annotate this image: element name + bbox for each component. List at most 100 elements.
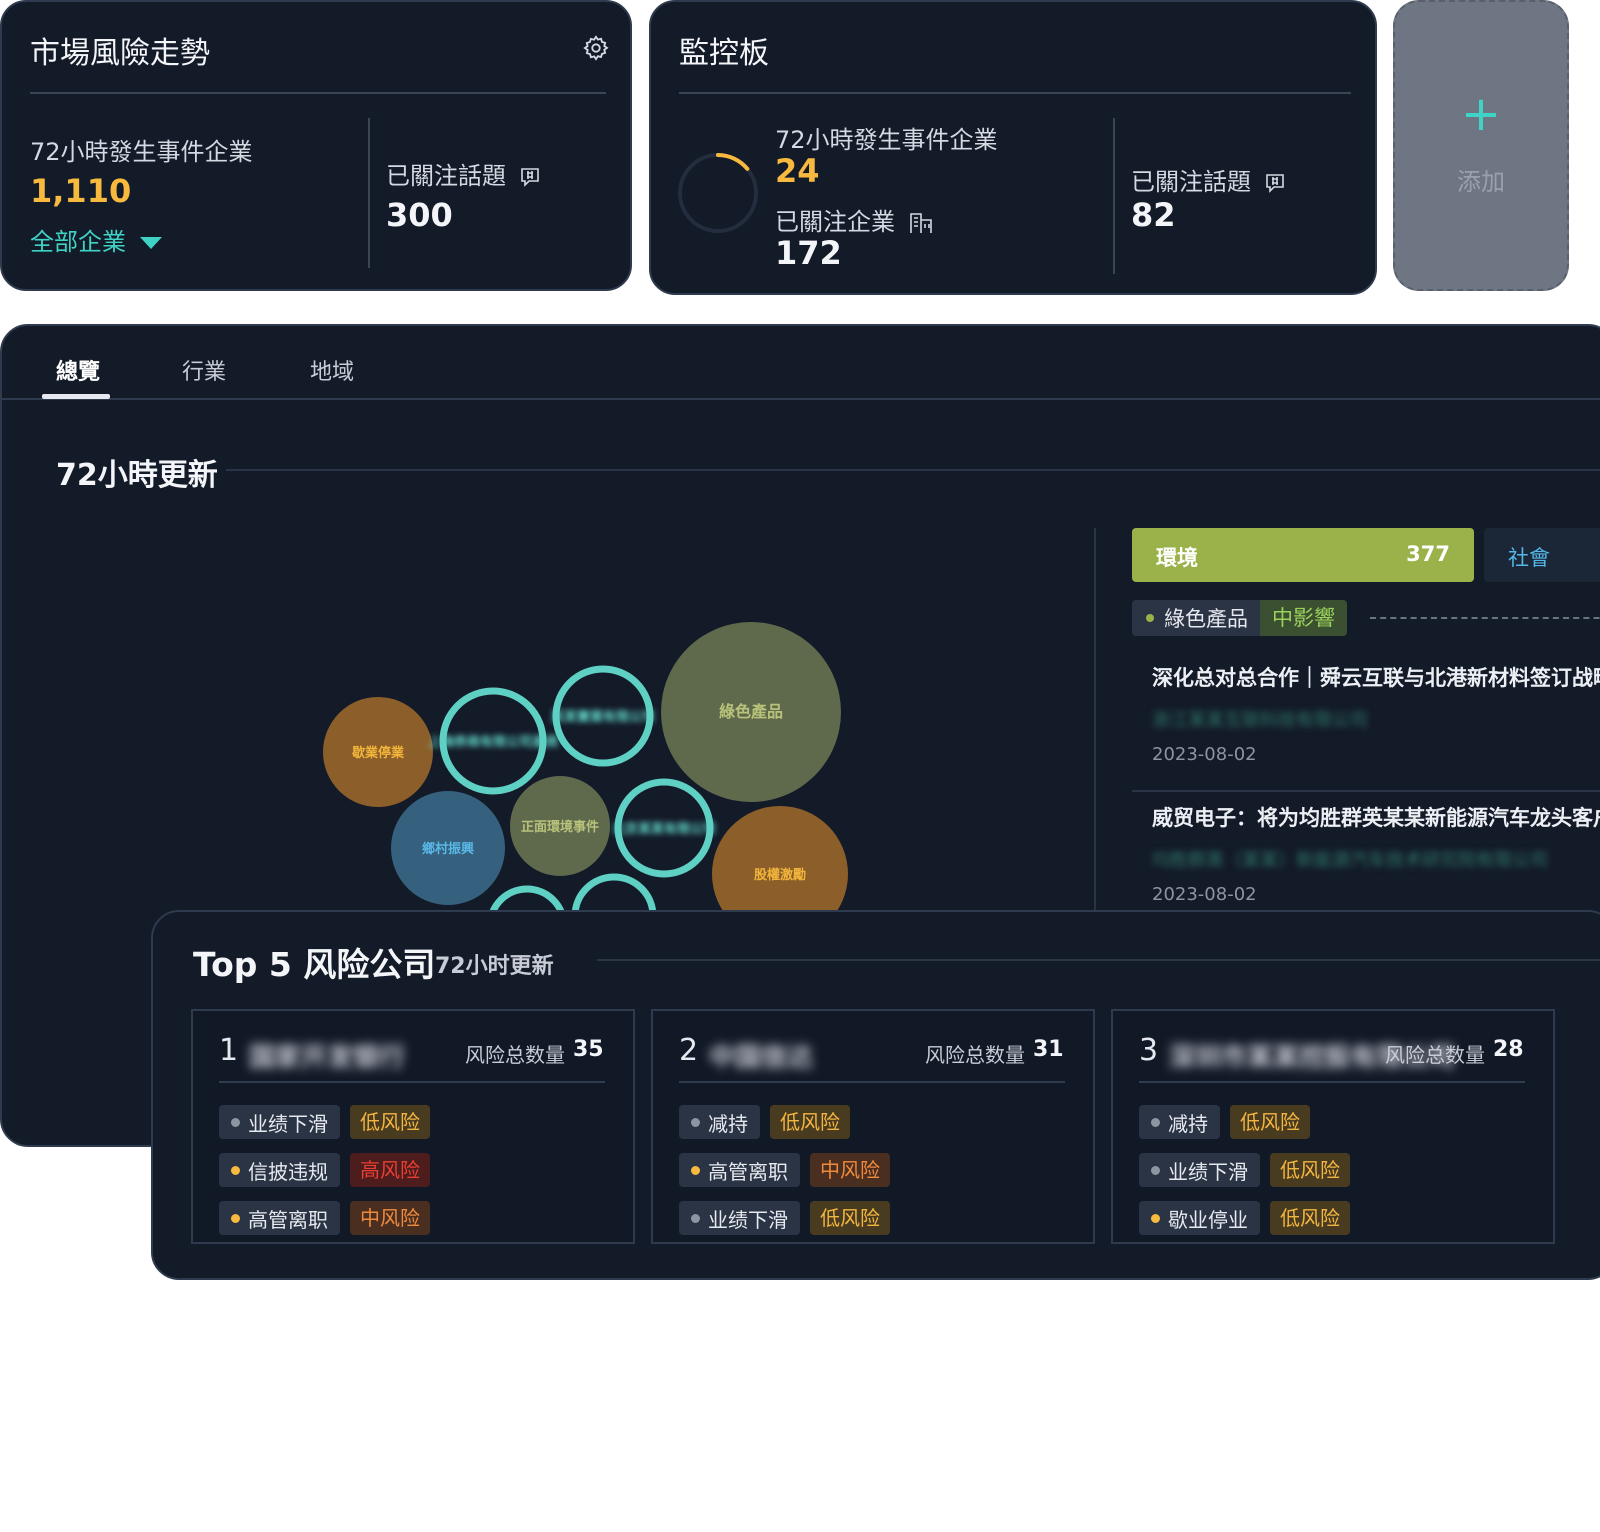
- bubble[interactable]: 上海券商有限公司違規: [428, 687, 558, 795]
- company-rank: 3: [1139, 1033, 1159, 1068]
- followed-label-wrap: 已關注企業: [775, 202, 935, 237]
- risk-dot: [1151, 1117, 1160, 1127]
- company-name[interactable]: 中国信达: [709, 1037, 813, 1074]
- risk-dot: [691, 1117, 700, 1127]
- risk-level-badge: 低风险: [1270, 1153, 1350, 1187]
- risk-name: 业绩下滑: [248, 1111, 328, 1136]
- risk-name: 歇业停业: [1168, 1207, 1248, 1232]
- topic-chip[interactable]: 綠色產品 中影響: [1132, 600, 1347, 636]
- risk-tag[interactable]: 减持: [1139, 1105, 1220, 1139]
- top5-subtitle: 72小时更新: [435, 954, 554, 979]
- risk-level-badge: 低风险: [770, 1105, 850, 1139]
- risk-name: 信披违规: [248, 1159, 328, 1184]
- risk-dot: [1151, 1165, 1160, 1175]
- bubble[interactable]: 歇業停業: [323, 697, 433, 807]
- risk-level-badge: 低风险: [1270, 1201, 1350, 1235]
- bubble[interactable]: 鄉村振興: [391, 791, 505, 905]
- risk-row: 业绩下滑 低风险: [679, 1201, 890, 1235]
- risk-dot: [231, 1213, 240, 1223]
- chat-topic-icon: [1265, 174, 1284, 193]
- card-divider: [219, 1081, 605, 1083]
- bubble-label: 北京某某有限公司: [612, 821, 716, 837]
- risk-dot: [691, 1165, 700, 1175]
- risk-tag[interactable]: 歇业停业: [1139, 1201, 1260, 1235]
- topics-count: 82: [1131, 196, 1176, 234]
- events-count: 1,110: [30, 172, 132, 210]
- company-filter-dropdown[interactable]: 全部企業: [30, 222, 162, 257]
- monitor-title: 監控板: [679, 36, 769, 71]
- top5-title: Top 5 风险公司: [193, 945, 436, 984]
- total-risk-count: 28: [1493, 1037, 1524, 1062]
- gear-icon[interactable]: [582, 34, 610, 62]
- bubble[interactable]: 正面環境事件: [510, 776, 610, 876]
- risk-row: 歇业停业 低风险: [1139, 1201, 1350, 1235]
- topics-label: 已關注話題: [1131, 168, 1251, 196]
- total-risk-count: 35: [573, 1037, 604, 1062]
- category-name: 社會: [1508, 546, 1550, 570]
- risk-name: 减持: [1168, 1111, 1208, 1136]
- risk-tag[interactable]: 高管离职: [219, 1201, 340, 1235]
- bubble[interactable]: 綠色產品: [661, 622, 841, 802]
- news-company[interactable]: 浙江某某互联科技有限公司: [1152, 706, 1600, 732]
- stat-divider: [1113, 118, 1115, 274]
- topics-count: 300: [386, 196, 453, 234]
- monitor-card: 監控板 72小時發生事件企業 24 已關注企業 172 已關注話題 82: [649, 0, 1377, 295]
- followed-companies-label: 已關注企業: [775, 208, 895, 236]
- events-count: 24: [775, 152, 820, 190]
- risk-name: 业绩下滑: [1168, 1159, 1248, 1184]
- news-headline[interactable]: 深化总对总合作｜舜云互联与北港新材料签订战略: [1152, 662, 1600, 692]
- risk-row: 减持 低风险: [679, 1105, 850, 1139]
- company-rank: 1: [219, 1033, 239, 1068]
- topic-dot: [1146, 614, 1154, 622]
- risk-level-badge: 低风险: [350, 1105, 430, 1139]
- news-company[interactable]: 均胜群英（某某）新能源汽车技术研究院有限公司: [1152, 846, 1600, 872]
- risk-level-badge: 中风险: [810, 1153, 890, 1187]
- bubble[interactable]: 北京某某有限公司: [612, 778, 716, 878]
- news-date: 2023-08-02: [1152, 744, 1257, 765]
- plus-icon: +: [1460, 86, 1502, 142]
- company-filter-label: 全部企業: [30, 228, 126, 256]
- risk-row: 业绩下滑 低风险: [219, 1105, 430, 1139]
- company-card[interactable]: 3 深圳市某某控股有限公司 风险总数量 28 减持 低风险 业绩下滑 低风险 歇业停业 低风险: [1111, 1009, 1555, 1244]
- risk-level-badge: 低风险: [1230, 1105, 1310, 1139]
- news-item[interactable]: 深化总对总合作｜舜云互联与北港新材料签订战略 浙江某某互联科技有限公司 2023…: [1152, 662, 1600, 765]
- news-headline[interactable]: 威贸电子：将为均胜群英某某新能源汽车龙头客户项: [1152, 802, 1600, 832]
- bubble[interactable]: 某某實業有限公司: [550, 665, 655, 767]
- category-name: 環境: [1156, 546, 1198, 570]
- building-icon: [909, 213, 932, 233]
- company-card[interactable]: 2 中国信达 风险总数量 31 减持 低风险 高管离职 中风险 业绩下滑 低风险: [651, 1009, 1095, 1244]
- risk-row: 信披违规 高风险: [219, 1153, 430, 1187]
- risk-row: 业绩下滑 低风险: [1139, 1153, 1350, 1187]
- risk-name: 减持: [708, 1111, 748, 1136]
- news-item[interactable]: 威贸电子：将为均胜群英某某新能源汽车龙头客户项 均胜群英（某某）新能源汽车技术研…: [1152, 802, 1600, 905]
- risk-tag[interactable]: 信披违规: [219, 1153, 340, 1187]
- impact-badge: 中影響: [1260, 600, 1347, 636]
- progress-ring: [678, 153, 758, 233]
- bubble-label: 歇業停業: [351, 745, 405, 761]
- total-risk-count: 31: [1033, 1037, 1064, 1062]
- risk-tag[interactable]: 业绩下滑: [219, 1105, 340, 1139]
- risk-level-badge: 中风险: [350, 1201, 430, 1235]
- topics-label-wrap: 已關注話題: [1131, 162, 1285, 197]
- top5-divider: [597, 959, 1600, 961]
- bubble-label: 正面環境事件: [521, 819, 599, 835]
- risk-tag[interactable]: 高管离职: [679, 1153, 800, 1187]
- bubble-label: 上海券商有限公司違規: [428, 734, 558, 750]
- risk-tag[interactable]: 减持: [679, 1105, 760, 1139]
- risk-level-badge: 低风险: [810, 1201, 890, 1235]
- company-card[interactable]: 1 国家开发银行 风险总数量 35 业绩下滑 低风险 信披违规 高风险 高管离职 中风险: [191, 1009, 635, 1244]
- risk-tag[interactable]: 业绩下滑: [1139, 1153, 1260, 1187]
- risk-tag[interactable]: 业绩下滑: [679, 1201, 800, 1235]
- topics-label: 已關注話題: [386, 162, 506, 190]
- risk-name: 高管离职: [248, 1207, 328, 1232]
- risk-level-badge: 高风险: [350, 1153, 430, 1187]
- add-card-button[interactable]: + 添加: [1393, 0, 1569, 291]
- category-social-tab[interactable]: 社會: [1484, 528, 1600, 582]
- add-label: 添加: [1457, 168, 1505, 196]
- company-name[interactable]: 国家开发银行: [249, 1037, 405, 1074]
- card-divider: [1139, 1081, 1525, 1083]
- news-divider: [1132, 790, 1600, 792]
- category-environment-tab[interactable]: 環境 377: [1132, 528, 1474, 582]
- market-risk-card: 市場風險走勢 72小時發生事件企業 1,110 全部企業 已關注話題 300: [0, 0, 632, 291]
- risk-dot: [691, 1213, 700, 1223]
